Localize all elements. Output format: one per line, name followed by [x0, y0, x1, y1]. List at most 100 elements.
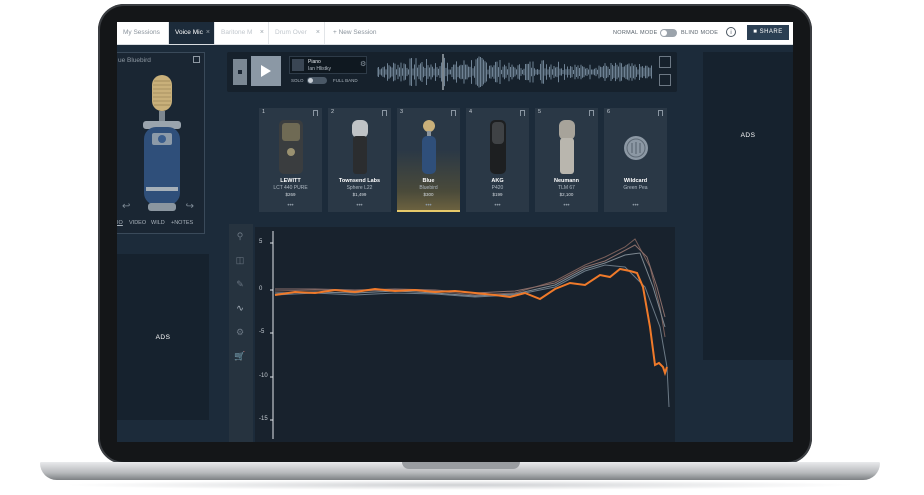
mic-model: TLM 67	[558, 185, 575, 191]
mic-brand: LEWITT	[280, 178, 301, 184]
pencil-icon[interactable]: ✎	[234, 278, 246, 290]
frequency-response-graph: 5 0 -5 -10 -15	[255, 227, 675, 442]
track-thumbnail	[292, 59, 304, 71]
mic-model: Sphere L22	[346, 185, 373, 191]
tab-bar: My Sessions Voice Mic × Baritone M × Drum …	[117, 22, 793, 45]
full-band-label: FULL BAND	[333, 78, 358, 83]
frequency-response-icon[interactable]: ∿	[234, 302, 246, 314]
mic-card-6[interactable]: 6 Wildcard Green Pea •••	[604, 108, 667, 212]
mic-price: $2,100	[559, 192, 574, 197]
preview-tabs: IO VIDEO WILD +NOTES	[117, 220, 205, 232]
expand-icon[interactable]	[193, 56, 200, 63]
play-button[interactable]	[251, 56, 281, 86]
curve-bluebird	[274, 267, 668, 377]
normal-mode-label: NORMAL MODE	[613, 30, 658, 36]
stop-button[interactable]	[233, 59, 247, 85]
search-icon[interactable]: ⚲	[234, 230, 246, 242]
close-icon[interactable]: ×	[206, 22, 210, 44]
more-icon[interactable]: •••	[466, 203, 529, 209]
solo-label: SOLO	[291, 78, 304, 83]
mic-card-1[interactable]: 1 LEWITT LCT 440 PURE $269 •••	[259, 108, 322, 212]
bookmark-icon[interactable]	[658, 110, 663, 116]
mic-price: $269	[285, 192, 296, 197]
share-button[interactable]: ■ SHARE	[747, 25, 789, 40]
mic-price: $300	[423, 192, 434, 197]
mic-neumann-image	[559, 120, 575, 174]
tab-video[interactable]: VIDEO	[129, 220, 146, 226]
mic-price: $199	[492, 192, 503, 197]
bookmark-icon[interactable]	[451, 110, 456, 116]
info-icon[interactable]: i	[726, 27, 736, 37]
mic-card-4[interactable]: 4 AKG P420 $199 •••	[466, 108, 529, 212]
card-number: 3	[400, 109, 404, 115]
tab-notes[interactable]: +NOTES	[171, 220, 193, 226]
laptop-shadow	[60, 480, 860, 490]
settings-icon[interactable]: ⚙	[360, 60, 366, 68]
graph-toolbar: ⚲ ◫ ✎ ∿ ⚙ 🛒	[229, 224, 253, 442]
stop-icon	[238, 70, 242, 74]
solo-toggle[interactable]	[307, 77, 327, 84]
more-icon[interactable]: •••	[259, 203, 322, 209]
tab-baritone[interactable]: Baritone M ×	[215, 22, 269, 44]
more-icon[interactable]: •••	[397, 203, 460, 209]
mode-toggle[interactable]	[660, 29, 677, 37]
cart-icon[interactable]: 🛒	[234, 350, 246, 362]
mic-model: P420	[491, 185, 504, 191]
mic-brand: AKG	[491, 178, 504, 184]
tab-wild[interactable]: WILD	[151, 220, 165, 226]
tab-drum-over[interactable]: Drum Over ×	[269, 22, 325, 44]
bookmark-icon[interactable]	[589, 110, 594, 116]
mic-preview-title: ue Bluebird	[118, 57, 151, 64]
redo-icon[interactable]: ↪	[186, 201, 194, 212]
mic-brand: Townsend Labs	[338, 178, 381, 184]
mic-preview-panel: ue Bluebird ↩ ↪	[117, 52, 205, 234]
card-number: 2	[331, 109, 335, 115]
ad-slot-right[interactable]: ADS	[703, 52, 793, 360]
card-number: 6	[607, 109, 611, 115]
edit-icon[interactable]	[659, 56, 671, 68]
card-number: 4	[469, 109, 473, 115]
mic-brand: Wildcard	[623, 178, 648, 184]
mic-brand: Blue	[422, 178, 435, 184]
tab-my-sessions[interactable]: My Sessions	[117, 22, 169, 44]
mic-brand: Neumann	[553, 178, 580, 184]
lock-icon: ■	[753, 29, 758, 35]
more-icon[interactable]: •••	[328, 203, 391, 209]
loop-icon[interactable]	[659, 74, 671, 86]
mic-card-3[interactable]: 3 Blue Bluebird $300 •••	[397, 108, 460, 212]
play-icon	[261, 65, 271, 77]
ad-label: ADS	[740, 132, 756, 139]
new-session-button[interactable]: + New Session	[333, 22, 377, 44]
bookmark-icon[interactable]	[382, 110, 387, 116]
tab-io[interactable]: IO	[117, 220, 123, 226]
blind-mode-label: BLIND MODE	[681, 30, 719, 36]
response-curves	[270, 231, 670, 439]
mic-price: $1,499	[352, 192, 367, 197]
mic-card-2[interactable]: 2 Townsend Labs Sphere L22 $1,499 •••	[328, 108, 391, 212]
compare-icon[interactable]: ◫	[234, 254, 246, 266]
undo-icon[interactable]: ↩	[122, 201, 130, 212]
mic-akg-image	[490, 120, 506, 174]
curve-lewitt	[274, 264, 670, 408]
mic-model: LCT 440 PURE	[273, 185, 308, 191]
card-number: 1	[262, 109, 266, 115]
more-icon[interactable]: •••	[604, 203, 667, 209]
more-icon[interactable]: •••	[535, 203, 598, 209]
ad-slot-left[interactable]: ADS	[117, 254, 209, 420]
ad-label: ADS	[155, 334, 171, 341]
close-icon[interactable]: ×	[260, 22, 264, 44]
mic-card-5[interactable]: 5 Neumann TLM 67 $2,100 •••	[535, 108, 598, 212]
app-screen: My Sessions Voice Mic × Baritone M × Drum …	[117, 22, 793, 442]
wildcard-logo-icon	[624, 136, 648, 160]
tab-voice-mic[interactable]: Voice Mic ×	[169, 22, 215, 44]
mic-image	[143, 75, 181, 211]
bookmark-icon[interactable]	[520, 110, 525, 116]
bookmark-icon[interactable]	[313, 110, 318, 116]
laptop-notch	[402, 462, 520, 469]
track-title: Piano	[308, 59, 321, 65]
gear-icon[interactable]: ⚙	[234, 326, 246, 338]
waveform[interactable]	[377, 54, 652, 90]
close-icon[interactable]: ×	[316, 22, 320, 44]
audio-player: Piano Ian Hlistky ⚙ SOLO FULL BAND	[227, 52, 677, 92]
track-selector[interactable]: Piano Ian Hlistky ⚙	[289, 56, 367, 74]
